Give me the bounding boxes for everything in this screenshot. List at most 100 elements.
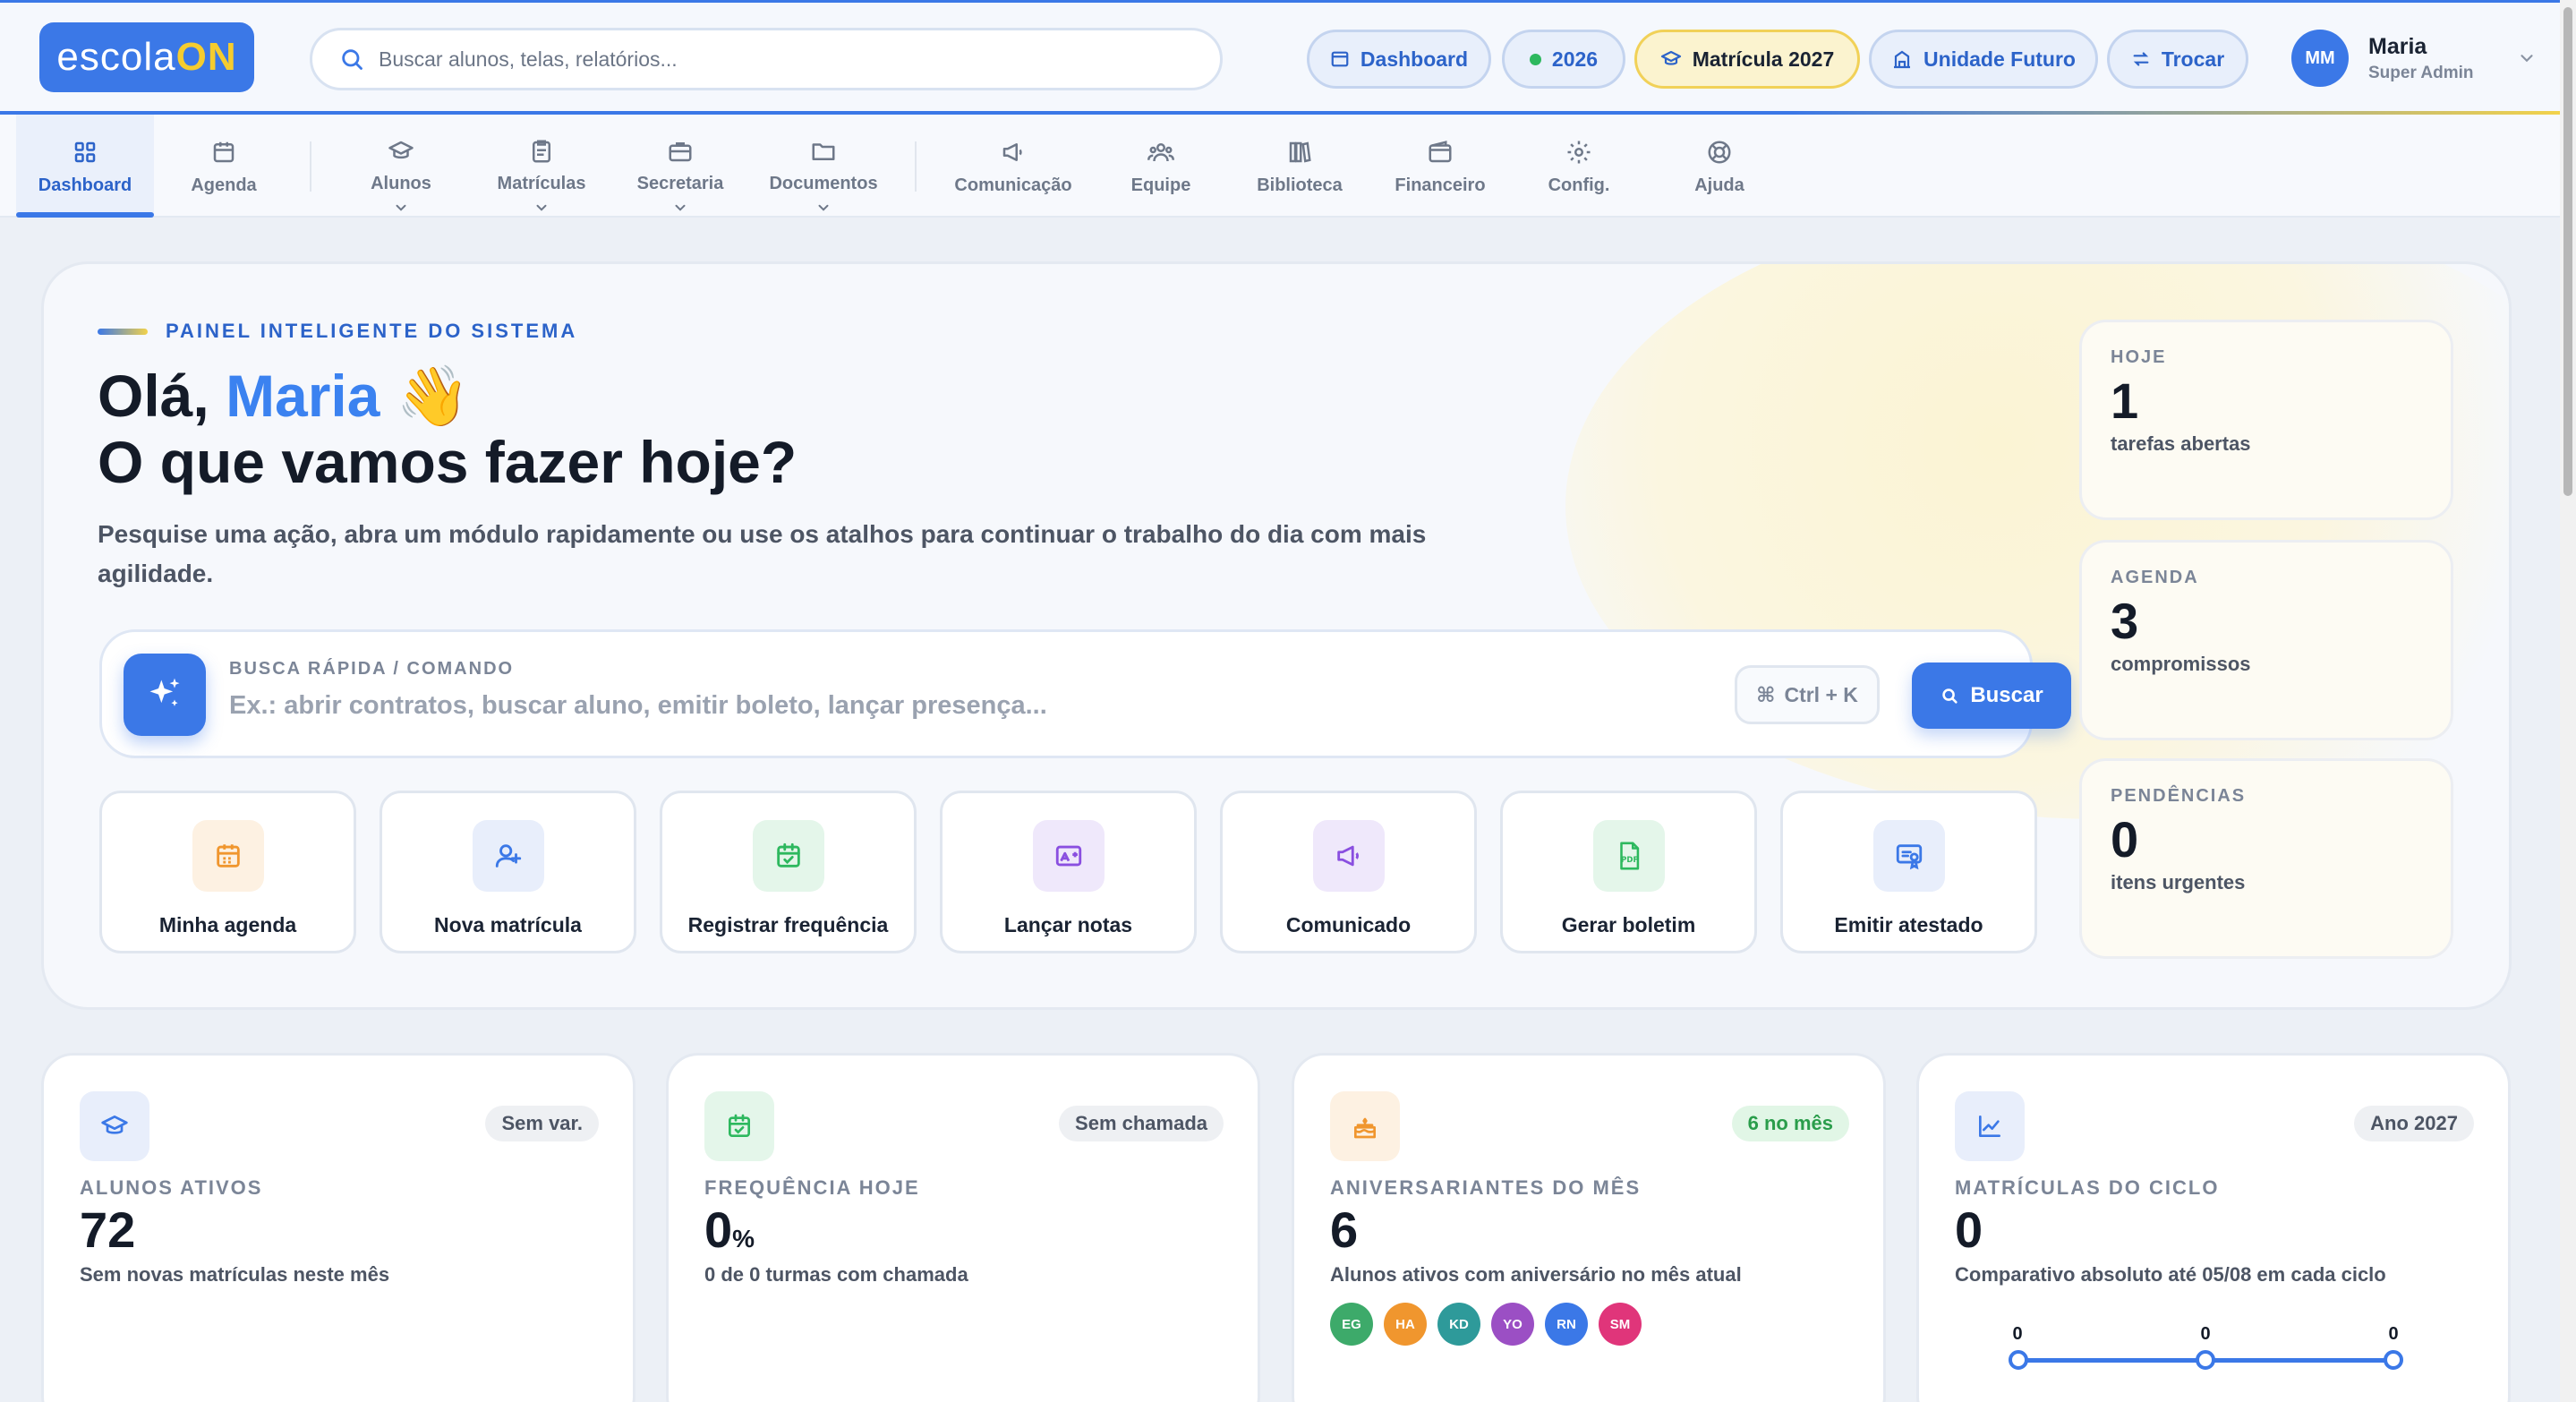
timeline-value: 0 bbox=[2012, 1324, 2023, 1344]
calendar-icon bbox=[210, 136, 237, 168]
stat-attendance-today[interactable]: Sem chamada FREQUÊNCIA HOJE 0% 0 de 0 tu… bbox=[666, 1053, 1260, 1402]
summary-pending[interactable]: PENDÊNCIAS 0 itens urgentes bbox=[2079, 758, 2453, 959]
nav-financeiro[interactable]: Financeiro bbox=[1386, 115, 1495, 216]
stat-unit: % bbox=[732, 1225, 755, 1252]
nav-config[interactable]: Config. bbox=[1536, 115, 1622, 216]
graduation-cap-icon bbox=[80, 1091, 149, 1161]
grid-icon bbox=[72, 136, 98, 168]
certificate-icon bbox=[1872, 820, 1945, 892]
chip-label: Unidade Futuro bbox=[1923, 47, 2076, 71]
summary-value: 0 bbox=[2111, 811, 2139, 868]
greeting-name: Maria bbox=[226, 363, 380, 429]
chevron-down-icon bbox=[533, 200, 550, 216]
timeline-point[interactable] bbox=[2009, 1350, 2028, 1370]
nav-label: Comunicação bbox=[954, 175, 1072, 195]
avatar[interactable]: YO bbox=[1491, 1303, 1534, 1346]
timeline-point[interactable] bbox=[2196, 1350, 2215, 1370]
stat-number: 0 bbox=[1955, 1201, 1983, 1258]
stat-title: FREQUÊNCIA HOJE bbox=[704, 1176, 920, 1199]
summary-today[interactable]: HOJE 1 tarefas abertas bbox=[2079, 320, 2453, 520]
nav-comunicacao[interactable]: Comunicação bbox=[945, 115, 1081, 216]
nav-secretaria[interactable]: Secretaria bbox=[625, 115, 736, 216]
timeline-point[interactable] bbox=[2384, 1350, 2403, 1370]
command-input[interactable] bbox=[229, 691, 1303, 721]
search-button[interactable]: Buscar bbox=[1912, 663, 2071, 729]
avatar[interactable]: HA bbox=[1384, 1303, 1427, 1346]
chevron-down-icon bbox=[672, 200, 688, 216]
calendar-check-icon bbox=[752, 820, 824, 892]
avatar[interactable]: RN bbox=[1545, 1303, 1588, 1346]
chip-year-2026[interactable]: 2026 bbox=[1502, 30, 1625, 89]
command-label: BUSCA RÁPIDA / COMANDO bbox=[229, 659, 515, 679]
stat-cycle-enrollments[interactable]: Ano 2027 MATRÍCULAS DO CICLO 0 Comparati… bbox=[1916, 1053, 2511, 1402]
stat-value: 0% bbox=[704, 1201, 755, 1269]
chip-dashboard[interactable]: Dashboard bbox=[1307, 30, 1491, 89]
svg-text:PDF: PDF bbox=[1621, 856, 1638, 865]
action-label: Comunicado bbox=[1285, 913, 1412, 936]
summary-agenda[interactable]: AGENDA 3 compromissos bbox=[2079, 540, 2453, 740]
nav-dashboard[interactable]: Dashboard bbox=[16, 115, 154, 218]
search-input[interactable] bbox=[379, 47, 1184, 72]
chip-switch[interactable]: Trocar bbox=[2107, 30, 2248, 89]
nav-label: Config. bbox=[1548, 175, 1610, 195]
window-icon bbox=[1330, 49, 1350, 69]
avatar[interactable]: EG bbox=[1330, 1303, 1373, 1346]
action-comunicado[interactable]: Comunicado bbox=[1220, 791, 1477, 953]
main-nav: Dashboard Agenda Alunos Matrículas Secre… bbox=[0, 115, 2560, 218]
scrollbar-thumb[interactable] bbox=[2563, 7, 2572, 496]
nav-agenda[interactable]: Agenda bbox=[168, 115, 279, 216]
top-bar: escolaON Dashboard 2026 Matrícula 2027 U… bbox=[0, 0, 2560, 114]
stat-subtitle: Alunos ativos com aniversário no mês atu… bbox=[1330, 1263, 1742, 1286]
nav-alunos[interactable]: Alunos bbox=[347, 115, 455, 216]
brand-logo[interactable]: escola ON bbox=[39, 22, 254, 92]
stat-badge: 6 no mês bbox=[1731, 1106, 1849, 1141]
stat-number: 72 bbox=[80, 1201, 136, 1258]
lifebuoy-icon bbox=[1706, 136, 1733, 168]
action-label: Minha agenda bbox=[158, 913, 297, 936]
graduation-cap-icon bbox=[1660, 48, 1682, 70]
action-emitir-atestado[interactable]: Emitir atestado bbox=[1780, 791, 2037, 953]
cycle-timeline: 0 0 0 bbox=[2009, 1324, 2403, 1378]
action-registrar-frequencia[interactable]: Registrar frequência bbox=[660, 791, 917, 953]
avatar[interactable]: KD bbox=[1437, 1303, 1480, 1346]
chip-enrollment-2027[interactable]: Matrícula 2027 bbox=[1634, 30, 1860, 89]
stat-birthdays[interactable]: 6 no mês ANIVERSARIANTES DO MÊS 6 Alunos… bbox=[1292, 1053, 1886, 1402]
nav-ajuda[interactable]: Ajuda bbox=[1681, 115, 1758, 216]
chevron-down-icon[interactable] bbox=[2517, 48, 2537, 68]
gear-icon bbox=[1565, 136, 1592, 168]
nav-label: Alunos bbox=[371, 174, 431, 193]
hero-description: Pesquise uma ação, abra um módulo rapida… bbox=[98, 520, 1427, 587]
nav-equipe[interactable]: Equipe bbox=[1113, 115, 1208, 216]
page-scrollbar[interactable] bbox=[2560, 0, 2576, 1402]
action-gerar-boletim[interactable]: PDF Gerar boletim bbox=[1500, 791, 1757, 953]
user-menu[interactable]: MM Maria Super Admin bbox=[2291, 30, 2537, 87]
stat-badge: Sem var. bbox=[485, 1106, 599, 1141]
stat-active-students[interactable]: Sem var. ALUNOS ATIVOS 72 Sem novas matr… bbox=[41, 1053, 635, 1402]
avatar[interactable]: SM bbox=[1599, 1303, 1642, 1346]
summary-subtitle: itens urgentes bbox=[2111, 871, 2246, 893]
graduation-cap-icon bbox=[388, 136, 414, 167]
nav-label: Dashboard bbox=[38, 175, 132, 195]
kicker-bar bbox=[98, 328, 148, 335]
greeting-question: O que vamos fazer hoje? bbox=[98, 429, 798, 495]
nav-matriculas[interactable]: Matrículas bbox=[483, 115, 600, 216]
nav-label: Ajuda bbox=[1694, 175, 1744, 195]
action-minha-agenda[interactable]: Minha agenda bbox=[99, 791, 356, 953]
stat-value: 6 bbox=[1330, 1201, 1358, 1260]
chip-label: Matrícula 2027 bbox=[1692, 47, 1835, 71]
stat-subtitle: Comparativo absoluto até 05/08 em cada c… bbox=[1955, 1263, 2386, 1286]
action-lancar-notas[interactable]: Lançar notas bbox=[940, 791, 1197, 953]
stat-subtitle: Sem novas matrículas neste mês bbox=[80, 1263, 390, 1286]
action-nova-matricula[interactable]: Nova matrícula bbox=[380, 791, 636, 953]
wallet-icon bbox=[1427, 136, 1454, 168]
avatar[interactable]: MM bbox=[2291, 30, 2349, 87]
nav-documentos[interactable]: Documentos bbox=[757, 115, 890, 216]
stat-value: 0 bbox=[1955, 1201, 1983, 1260]
chip-unit[interactable]: Unidade Futuro bbox=[1869, 30, 2098, 89]
summary-subtitle: compromissos bbox=[2111, 653, 2251, 675]
nav-biblioteca[interactable]: Biblioteca bbox=[1248, 115, 1352, 216]
chip-label: 2026 bbox=[1551, 47, 1599, 71]
global-search[interactable] bbox=[310, 28, 1223, 90]
action-label: Lançar notas bbox=[1003, 913, 1133, 936]
hero-panel: PAINEL INTELIGENTE DO SISTEMA Olá, Maria… bbox=[41, 261, 2512, 1010]
